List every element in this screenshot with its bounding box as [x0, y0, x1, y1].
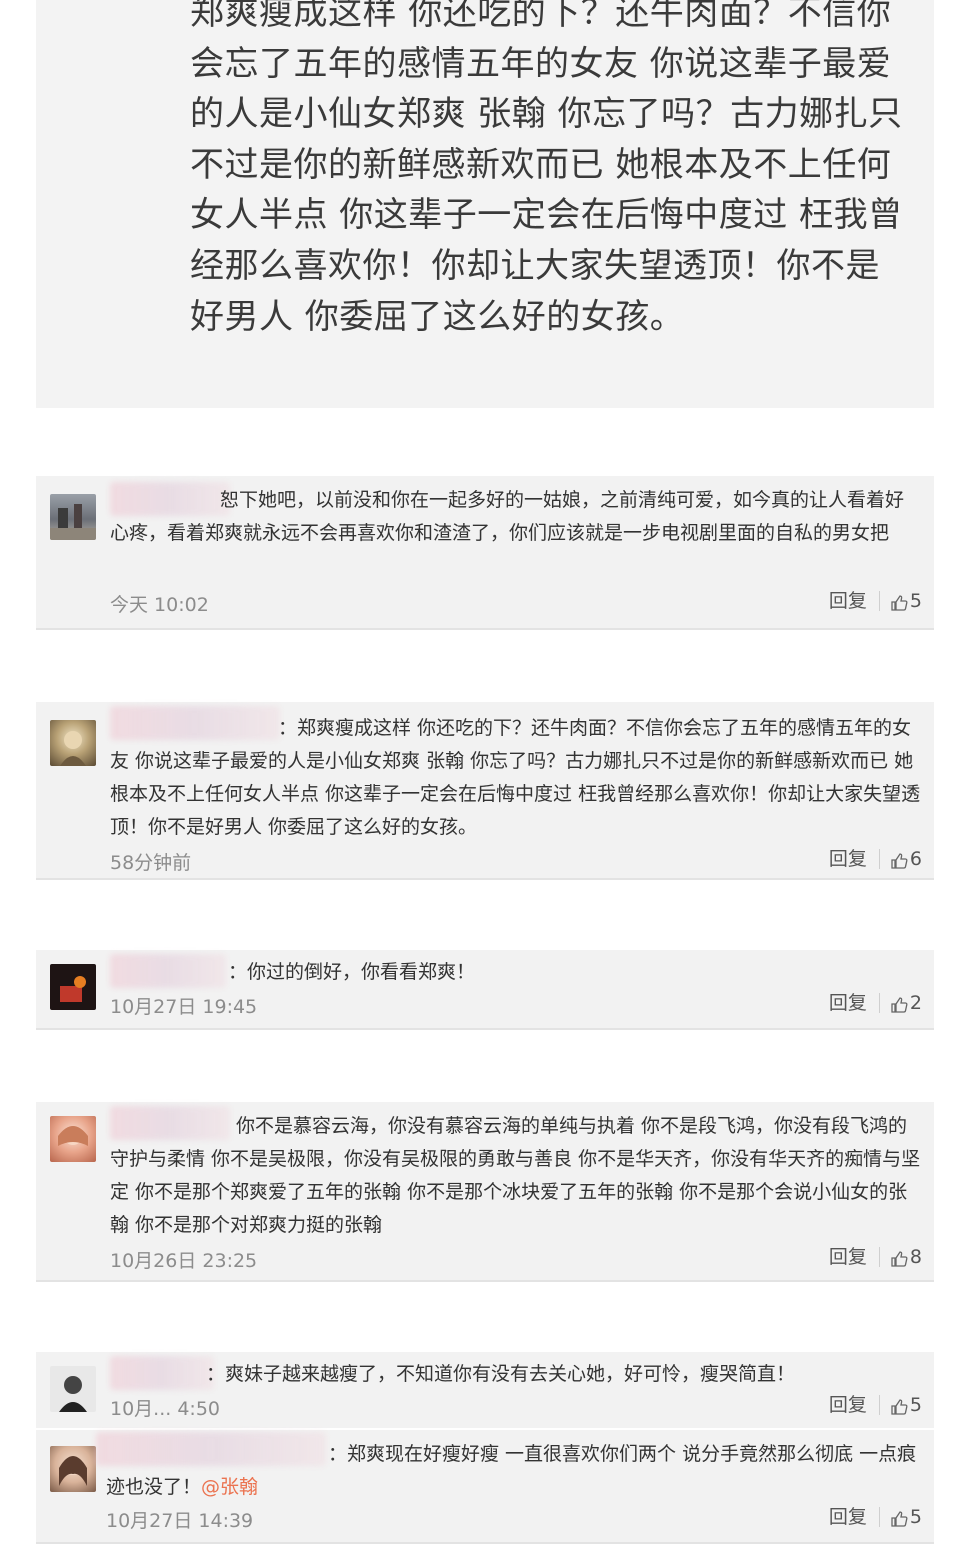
comment-time: 10月26日 23:25	[110, 1250, 258, 1272]
comment-time: 58分钟前	[110, 852, 192, 874]
avatar-image	[60, 976, 86, 1002]
like-count: 5	[909, 590, 922, 612]
comment-body: 爽妹子越来越瘦了，不知道你有没有去关心她，好可怜，瘦哭简直！	[225, 1363, 796, 1385]
thumbs-up-icon[interactable]	[890, 594, 908, 612]
comment-lead: 恕下她吧，	[220, 489, 316, 511]
comment-actions: 回复 5	[829, 1394, 922, 1416]
like-count: 2	[909, 992, 922, 1014]
reply-button[interactable]: 回复	[829, 993, 880, 1013]
reply-button[interactable]: 回复	[829, 1395, 880, 1415]
like-count: 6	[909, 848, 922, 870]
comment-card: ：郑爽现在好瘦好瘦 一直很喜欢你们两个 说分手竟然那么彻底 一点痕迹也没了！@张…	[36, 1430, 934, 1544]
avatar[interactable]	[50, 1366, 96, 1412]
thumbs-up-icon[interactable]	[890, 1250, 908, 1268]
comment-lead: ：	[328, 1443, 348, 1465]
comment-card: ：你过的倒好，你看看郑爽！ 10月27日 19:45 回复 2	[36, 950, 934, 1030]
comment-body: 你过的倒好，你看看郑爽！	[247, 961, 476, 983]
quoted-comment-text: 郑爽瘦成这样 你还吃的下？还牛肉面？不信你会忘了五年的感情五年的女友 你说这辈子…	[190, 0, 903, 337]
avatar-image	[60, 731, 86, 766]
comment-actions: 回复 2	[829, 992, 922, 1014]
comment-actions: 回复 5	[829, 1506, 922, 1528]
mention-link[interactable]: @张翰	[201, 1476, 258, 1498]
comment-time: 10月27日 19:45	[110, 996, 258, 1018]
avatar[interactable]	[50, 1446, 96, 1492]
thumbs-up-icon[interactable]	[890, 1398, 908, 1416]
thumbs-up-icon[interactable]	[890, 996, 908, 1014]
comment-text: 你不是慕容云海，你没有慕容云海的单纯与执着 你不是段飞鸿，你没有段飞鸿的守护与柔…	[110, 1110, 922, 1242]
avatar-image	[59, 1456, 87, 1486]
comment-lead: ：	[228, 961, 248, 983]
comment-actions: 回复 8	[829, 1246, 922, 1268]
comment-card: ：郑爽瘦成这样 你还吃的下？还牛肉面？不信你会忘了五年的感情五年的女友 你说这辈…	[36, 702, 934, 880]
comment-lead: ：	[206, 1363, 226, 1385]
comment-text: ：爽妹子越来越瘦了，不知道你有没有去关心她，好可怜，瘦哭简直！	[110, 1358, 922, 1391]
comment-card: 恕下她吧，以前没和你在一起多好的一姑娘，之前清纯可爱，如今真的让人看着好心疼，看…	[36, 476, 934, 630]
comment-card: ：爽妹子越来越瘦了，不知道你有没有去关心她，好可怜，瘦哭简直！ 10月... 4…	[36, 1352, 934, 1428]
reply-button[interactable]: 回复	[829, 1247, 880, 1267]
reply-button[interactable]: 回复	[829, 849, 880, 869]
comment-text: ：郑爽现在好瘦好瘦 一直很喜欢你们两个 说分手竟然那么彻底 一点痕迹也没了！@张…	[106, 1438, 918, 1504]
avatar-image	[50, 504, 96, 540]
quoted-comment-enlarged: 郑爽瘦成这样 你还吃的下？还牛肉面？不信你会忘了五年的感情五年的女友 你说这辈子…	[36, 0, 934, 408]
reply-button[interactable]: 回复	[829, 1507, 880, 1527]
like-count: 5	[909, 1394, 922, 1416]
reply-button[interactable]: 回复	[829, 591, 880, 611]
comment-actions: 回复 6	[829, 848, 922, 870]
avatar-image	[58, 1126, 88, 1146]
avatar[interactable]	[50, 494, 96, 540]
comment-time: 10月... 4:50	[110, 1398, 221, 1420]
comment-actions: 回复 5	[829, 590, 922, 612]
comment-lead: ：	[278, 717, 298, 739]
comment-text: ：郑爽瘦成这样 你还吃的下？还牛肉面？不信你会忘了五年的感情五年的女友 你说这辈…	[110, 712, 922, 844]
avatar[interactable]	[50, 720, 96, 766]
comment-text: 恕下她吧，以前没和你在一起多好的一姑娘，之前清纯可爱，如今真的让人看着好心疼，看…	[110, 484, 922, 550]
comment-time: 今天 10:02	[110, 594, 209, 616]
comment-time: 10月27日 14:39	[106, 1510, 254, 1532]
thumbs-up-icon[interactable]	[890, 852, 908, 870]
avatar[interactable]	[50, 1116, 96, 1162]
thumbs-up-icon[interactable]	[890, 1510, 908, 1528]
comment-body: 郑爽瘦成这样 你还吃的下？还牛肉面？不信你会忘了五年的感情五年的女友 你说这辈子…	[110, 717, 921, 838]
comment-card: 你不是慕容云海，你没有慕容云海的单纯与执着 你不是段飞鸿，你没有段飞鸿的守护与柔…	[36, 1102, 934, 1282]
comment-body: 你不是慕容云海，你没有慕容云海的单纯与执着 你不是段飞鸿，你没有段飞鸿的守护与柔…	[110, 1115, 921, 1236]
comment-text: ：你过的倒好，你看看郑爽！	[110, 956, 922, 989]
like-count: 5	[909, 1506, 922, 1528]
like-count: 8	[909, 1246, 922, 1268]
avatar[interactable]	[50, 964, 96, 1010]
avatar-image	[59, 1376, 87, 1412]
